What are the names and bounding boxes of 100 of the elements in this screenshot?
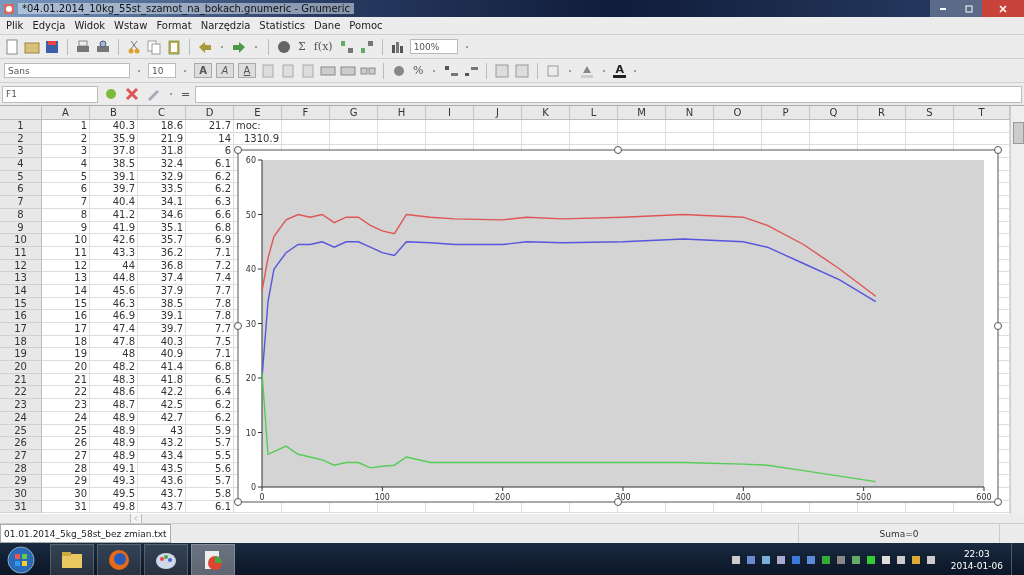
row-header[interactable]: 20 xyxy=(0,361,42,374)
column-header[interactable]: B xyxy=(90,106,138,120)
row-header[interactable]: 7 xyxy=(0,196,42,209)
font-color-button[interactable]: A xyxy=(613,63,626,78)
column-header[interactable]: P xyxy=(762,106,810,120)
clipboard-icon[interactable] xyxy=(166,38,182,55)
column-header[interactable]: A xyxy=(42,106,90,120)
tray-icon[interactable] xyxy=(924,554,937,566)
y-tick-label: 50 xyxy=(245,210,256,220)
column-header[interactable]: D xyxy=(186,106,234,120)
cancel-icon[interactable] xyxy=(124,86,140,102)
style-button[interactable]: A xyxy=(194,63,212,78)
column-header[interactable]: H xyxy=(378,106,426,120)
resize-handle[interactable] xyxy=(994,498,1002,506)
new-file-icon[interactable] xyxy=(4,38,20,55)
formula-field[interactable] xyxy=(195,85,1022,103)
style-button[interactable]: A xyxy=(238,63,256,78)
menu-item[interactable]: Pomoc xyxy=(349,20,383,31)
resize-handle[interactable] xyxy=(614,498,622,506)
toolbar-button[interactable]: Σ xyxy=(296,40,308,53)
column-header[interactable]: K xyxy=(522,106,570,120)
equals-button[interactable]: = xyxy=(181,87,191,101)
menu-item[interactable]: Dane xyxy=(314,20,341,31)
menu-item[interactable]: Format xyxy=(156,20,192,31)
taskbar-icon[interactable] xyxy=(144,544,188,575)
sheet-tab[interactable]: 01.01.2014_5kg_58st_bez zmian.txt xyxy=(0,524,171,543)
font-field[interactable]: Sans xyxy=(4,63,130,78)
start-button[interactable] xyxy=(6,545,36,575)
column-header[interactable]: N xyxy=(666,106,714,120)
menu-item[interactable]: Widok xyxy=(74,20,106,31)
resize-handle[interactable] xyxy=(994,322,1002,330)
sort-ascending-icon[interactable] xyxy=(338,38,355,55)
column-header[interactable]: E xyxy=(234,106,282,120)
tray-icon[interactable] xyxy=(744,554,757,566)
toolbar-button[interactable]: f(x) xyxy=(311,40,335,53)
percent-button[interactable]: % xyxy=(411,64,426,77)
menu-item[interactable]: Edycja xyxy=(32,20,66,31)
menu-item[interactable]: Wstaw xyxy=(114,20,148,31)
sort-descending-icon[interactable] xyxy=(358,38,375,55)
column-header[interactable]: R xyxy=(858,106,906,120)
column-header[interactable]: C xyxy=(138,106,186,120)
row-header[interactable]: 13 xyxy=(0,272,42,285)
menu-item[interactable]: Plik xyxy=(6,20,24,31)
row-header[interactable]: 6 xyxy=(0,183,42,197)
style-button[interactable]: A xyxy=(216,63,234,78)
cell-name-field[interactable]: F1 xyxy=(2,85,98,103)
row-header[interactable]: 26 xyxy=(0,437,42,450)
font-size-field[interactable]: 10 xyxy=(148,63,176,78)
close-button[interactable] xyxy=(982,0,1024,17)
accept-icon[interactable] xyxy=(103,86,119,102)
column-header[interactable]: J xyxy=(474,106,522,120)
row-header[interactable]: 10 xyxy=(0,234,42,247)
vertical-scrollbar[interactable] xyxy=(1010,106,1024,514)
table-cell: 7.1 xyxy=(186,246,234,260)
resize-handle[interactable] xyxy=(994,146,1002,154)
zoom-field[interactable]: 100% xyxy=(409,39,458,54)
taskbar-icon[interactable] xyxy=(191,544,235,575)
tray-icon[interactable] xyxy=(894,554,907,566)
minimize-button[interactable] xyxy=(930,0,956,17)
copy-icon[interactable] xyxy=(146,38,162,55)
tray-icon[interactable] xyxy=(819,554,832,566)
scissors-icon[interactable] xyxy=(126,38,142,55)
row-header[interactable]: 22 xyxy=(0,386,42,400)
tray-icon[interactable] xyxy=(759,554,772,566)
resize-handle[interactable] xyxy=(614,146,622,154)
taskbar-icon[interactable] xyxy=(50,544,94,575)
column-header[interactable]: Q xyxy=(810,106,858,120)
resize-handle[interactable] xyxy=(234,322,242,330)
menu-item[interactable]: Statistics xyxy=(259,20,305,31)
tray-icon[interactable] xyxy=(909,554,922,566)
resize-handle[interactable] xyxy=(234,146,242,154)
column-header[interactable]: F xyxy=(282,106,330,120)
column-header[interactable]: O xyxy=(714,106,762,120)
column-header[interactable]: L xyxy=(570,106,618,120)
globe-icon[interactable] xyxy=(276,38,292,55)
row-header[interactable]: 23 xyxy=(0,399,42,412)
taskbar-icon[interactable] xyxy=(97,544,141,575)
row-header[interactable]: 4 xyxy=(0,158,42,171)
printer-icon[interactable] xyxy=(75,38,91,55)
resize-handle[interactable] xyxy=(234,498,242,506)
tray-icon[interactable] xyxy=(849,554,862,566)
column-header[interactable]: M xyxy=(618,106,666,120)
tray-icon[interactable] xyxy=(729,554,742,566)
tray-icon[interactable] xyxy=(864,554,877,566)
tray-icon[interactable] xyxy=(879,554,892,566)
row-header[interactable]: 16 xyxy=(0,310,42,323)
tray-icon[interactable] xyxy=(774,554,787,566)
column-header[interactable]: I xyxy=(426,106,474,120)
print-preview-icon[interactable] xyxy=(95,38,111,55)
table-cell: 16 xyxy=(42,310,90,323)
row-header[interactable]: 19 xyxy=(0,348,42,362)
row-header[interactable]: 29 xyxy=(0,475,42,488)
row-header[interactable]: 3 xyxy=(0,145,42,159)
column-header[interactable]: G xyxy=(330,106,378,120)
row-header[interactable]: 1 xyxy=(0,120,42,133)
row-header[interactable]: 17 xyxy=(0,323,42,336)
column-header[interactable]: S xyxy=(906,106,954,120)
save-icon[interactable] xyxy=(44,38,60,55)
menu-item[interactable]: Narzędzia xyxy=(200,20,251,31)
maximize-button[interactable] xyxy=(956,0,982,17)
